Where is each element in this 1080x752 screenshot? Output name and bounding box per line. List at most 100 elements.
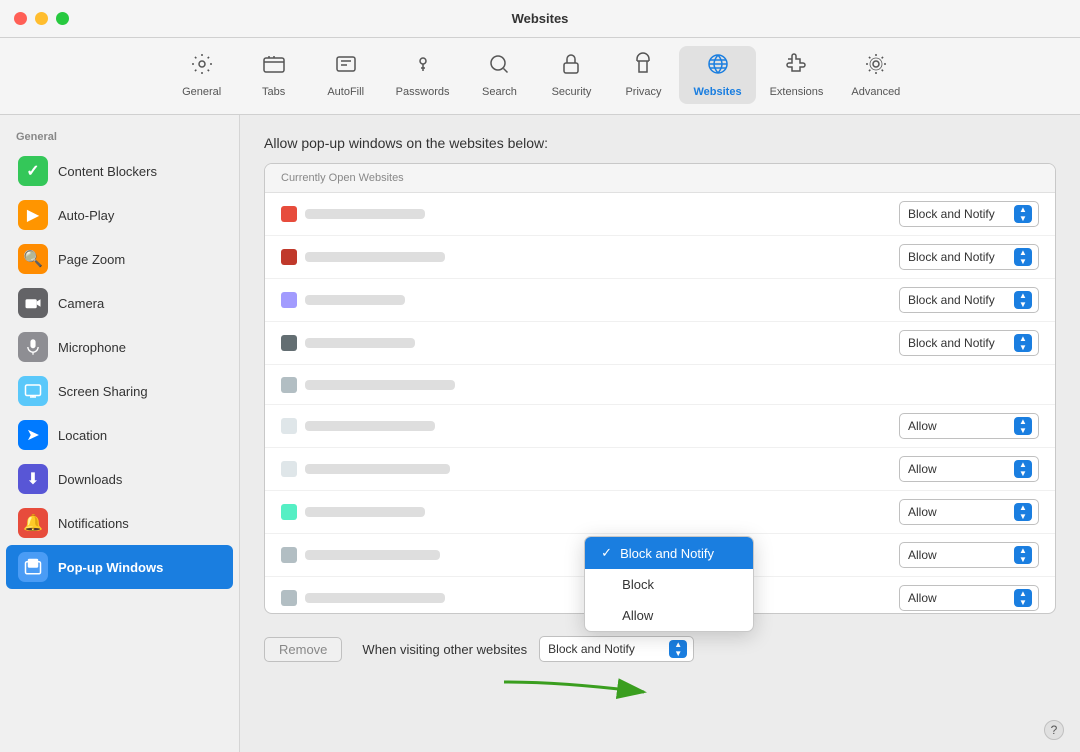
popup-windows-icon (18, 552, 48, 582)
select-value: Allow (908, 419, 937, 433)
toolbar-item-privacy[interactable]: Privacy (607, 46, 679, 104)
title-bar: Websites (0, 0, 1080, 38)
select-arrows-icon: ▲ ▼ (1014, 334, 1032, 352)
toolbar-item-extensions[interactable]: Extensions (756, 46, 838, 104)
select-value: Allow (908, 462, 937, 476)
select-arrows-icon: ▲ ▼ (1014, 205, 1032, 223)
select-value: Block and Notify (908, 293, 995, 307)
main-content: General ✓ Content Blockers ▶ Auto-Play 🔍… (0, 115, 1080, 752)
row-control: Allow ▲ ▼ (899, 456, 1039, 482)
favicon (281, 590, 297, 606)
toolbar: General Tabs AutoFill Passwords (0, 38, 1080, 115)
sidebar-item-label: Pop-up Windows (58, 560, 163, 575)
help-button[interactable]: ? (1044, 720, 1064, 740)
extensions-icon (784, 52, 808, 82)
toolbar-item-advanced[interactable]: Advanced (837, 46, 914, 104)
sidebar-item-page-zoom[interactable]: 🔍 Page Zoom (6, 237, 233, 281)
popup-control-select[interactable]: Block and Notify ▲ ▼ (899, 287, 1039, 313)
select-arrows-icon: ▲ ▼ (1014, 460, 1032, 478)
toolbar-item-autofill[interactable]: AutoFill (310, 46, 382, 104)
tabs-icon (262, 52, 286, 82)
sidebar-item-screen-sharing[interactable]: Screen Sharing (6, 369, 233, 413)
select-arrows-icon: ▲ ▼ (1014, 248, 1032, 266)
privacy-label: Privacy (625, 86, 661, 98)
favicon (281, 504, 297, 520)
sidebar-item-downloads[interactable]: ⬇ Downloads (6, 457, 233, 501)
toolbar-item-security[interactable]: Security (535, 46, 607, 104)
toolbar-item-passwords[interactable]: Passwords (382, 46, 464, 104)
sidebar-item-camera[interactable]: Camera (6, 281, 233, 325)
table-row (265, 365, 1055, 405)
site-info (281, 377, 1039, 393)
select-arrows-icon: ▲ ▼ (1014, 503, 1032, 521)
popup-control-select[interactable]: Block and Notify ▲ ▼ (899, 244, 1039, 270)
websites-icon (706, 52, 730, 82)
site-name (305, 464, 450, 474)
passwords-label: Passwords (396, 86, 450, 98)
dropdown-item-block-and-notify[interactable]: ✓ Block and Notify (585, 537, 753, 569)
table-row: Block and Notify ▲ ▼ (265, 279, 1055, 322)
content-blockers-icon: ✓ (18, 156, 48, 186)
toolbar-item-general[interactable]: General (166, 46, 238, 104)
popup-control-select[interactable]: Block and Notify ▲ ▼ (899, 330, 1039, 356)
microphone-icon (18, 332, 48, 362)
dropdown-item-allow[interactable]: Allow (585, 600, 753, 631)
privacy-icon (631, 52, 655, 82)
table-header: Currently Open Websites (265, 164, 1055, 193)
sidebar-item-location[interactable]: ➤ Location (6, 413, 233, 457)
advanced-icon (864, 52, 888, 82)
popup-control-select[interactable]: Allow ▲ ▼ (899, 413, 1039, 439)
select-value: Allow (908, 591, 937, 605)
sidebar-item-content-blockers[interactable]: ✓ Content Blockers (6, 149, 233, 193)
general-label: General (182, 86, 221, 98)
sidebar-item-popup-windows[interactable]: Pop-up Windows (6, 545, 233, 589)
toolbar-item-websites[interactable]: Websites (679, 46, 755, 104)
select-value: Block and Notify (908, 250, 995, 264)
select-value: Block and Notify (548, 642, 635, 656)
sidebar-item-notifications[interactable]: 🔔 Notifications (6, 501, 233, 545)
popup-control-select[interactable]: Allow ▲ ▼ (899, 585, 1039, 611)
popup-control-select[interactable]: Allow ▲ ▼ (899, 542, 1039, 568)
visiting-label: When visiting other websites (362, 642, 527, 657)
maximize-button[interactable] (56, 12, 69, 25)
row-control: Allow ▲ ▼ (899, 585, 1039, 611)
security-icon (559, 52, 583, 82)
content-title: Allow pop-up windows on the websites bel… (264, 135, 1056, 151)
close-button[interactable] (14, 12, 27, 25)
visiting-control-select[interactable]: Block and Notify ▲ ▼ (539, 636, 694, 662)
dropdown-item-block[interactable]: Block (585, 569, 753, 600)
popup-control-select[interactable]: Block and Notify ▲ ▼ (899, 201, 1039, 227)
favicon (281, 461, 297, 477)
site-info (281, 292, 899, 308)
minimize-button[interactable] (35, 12, 48, 25)
remove-button[interactable]: Remove (264, 637, 342, 662)
select-value: Allow (908, 548, 937, 562)
checkmark-icon: ✓ (601, 545, 612, 561)
sidebar-item-label: Auto-Play (58, 208, 114, 223)
table-row: Allow ▲ ▼ (265, 448, 1055, 491)
sidebar: General ✓ Content Blockers ▶ Auto-Play 🔍… (0, 115, 240, 752)
search-label: Search (482, 86, 517, 98)
auto-play-icon: ▶ (18, 200, 48, 230)
advanced-label: Advanced (851, 86, 900, 98)
dropdown-menu: ✓ Block and Notify Block Allow (584, 536, 754, 632)
select-arrows-icon: ▲ ▼ (1014, 546, 1032, 564)
site-info (281, 504, 899, 520)
toolbar-item-tabs[interactable]: Tabs (238, 46, 310, 104)
popup-control-select[interactable]: Allow ▲ ▼ (899, 499, 1039, 525)
arrow-annotation (484, 662, 684, 722)
sidebar-item-microphone[interactable]: Microphone (6, 325, 233, 369)
favicon (281, 418, 297, 434)
toolbar-item-search[interactable]: Search (463, 46, 535, 104)
site-info (281, 418, 899, 434)
sidebar-item-auto-play[interactable]: ▶ Auto-Play (6, 193, 233, 237)
site-name (305, 550, 440, 560)
select-arrows-icon: ▲ ▼ (1014, 291, 1032, 309)
row-control: Allow ▲ ▼ (899, 542, 1039, 568)
dropdown-item-label: Block (622, 577, 654, 592)
autofill-icon (334, 52, 358, 82)
sidebar-item-label: Notifications (58, 516, 129, 531)
popup-control-select[interactable]: Allow ▲ ▼ (899, 456, 1039, 482)
favicon (281, 377, 297, 393)
content-panel: Allow pop-up windows on the websites bel… (240, 115, 1080, 752)
